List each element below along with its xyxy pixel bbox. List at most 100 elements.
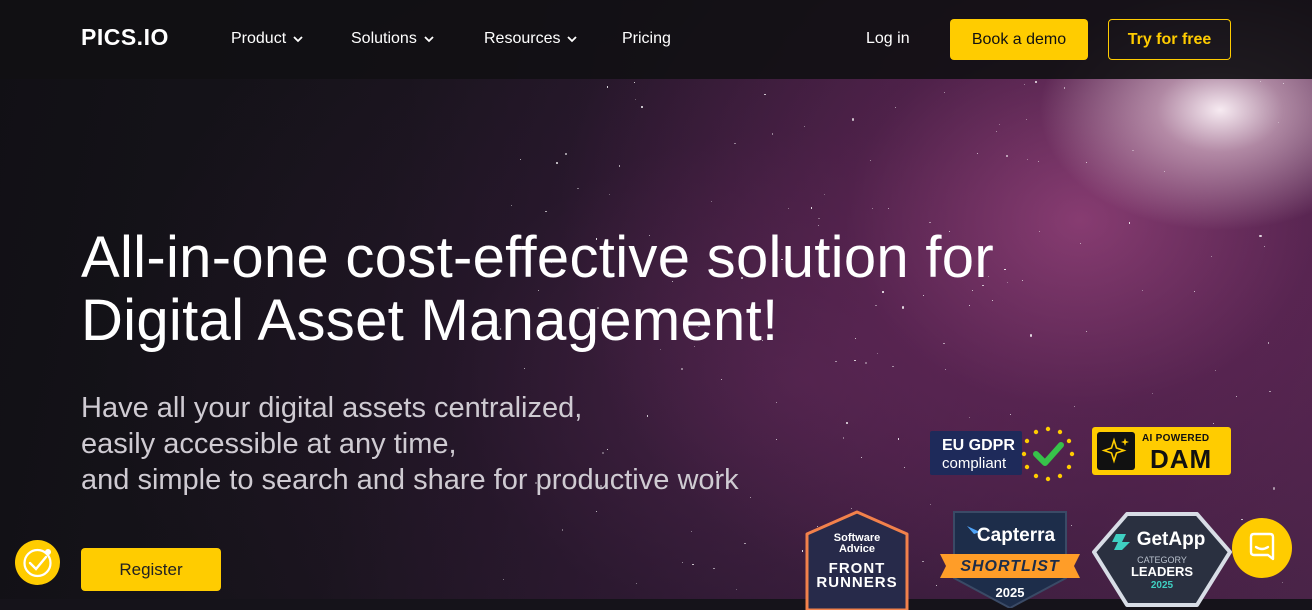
star-dot <box>929 503 931 505</box>
star-dot <box>1023 83 1025 86</box>
software-advice-badge: Software Advice FRONT RUNNERS <box>803 510 911 610</box>
star-dot <box>854 360 856 362</box>
star-dot <box>633 81 635 83</box>
star-dot <box>1264 245 1266 247</box>
star-dot <box>1269 390 1271 392</box>
gdpr-subtitle: compliant <box>942 455 1007 472</box>
star-dot <box>608 194 610 196</box>
star-dot <box>776 438 778 441</box>
star-dot <box>1132 149 1134 151</box>
star-dot <box>681 561 684 564</box>
star-dot <box>818 218 820 220</box>
star-dot <box>810 207 812 209</box>
login-link[interactable]: Log in <box>866 30 910 48</box>
nav-pricing[interactable]: Pricing <box>622 30 671 48</box>
star-dot <box>545 210 547 213</box>
star-dot <box>510 205 512 207</box>
star-dot <box>1035 81 1037 83</box>
star-dot <box>1025 119 1028 121</box>
hero-subtitle: Have all your digital assets centralized… <box>81 390 739 498</box>
star-dot <box>606 86 609 88</box>
hero-subtitle-line: Have all your digital assets centralized… <box>81 392 583 424</box>
star-dot <box>640 105 644 108</box>
star-dot <box>1210 255 1212 257</box>
capterra-year: 2025 <box>995 585 1025 600</box>
sa-line4-wrap: RUNNERS <box>803 574 911 591</box>
star-dot <box>502 579 505 581</box>
nav-pricing-label: Pricing <box>622 30 671 47</box>
star-dot <box>999 124 1001 126</box>
gdpr-title: EU GDPR <box>942 437 1015 454</box>
hero-subtitle-line: easily accessible at any time, <box>81 428 457 460</box>
register-button[interactable]: Register <box>81 548 221 591</box>
hero-headline: All-in-one cost-effective solution for D… <box>81 226 1181 352</box>
star-dot <box>843 437 845 439</box>
getapp-year-wrap: 2025 <box>1092 580 1232 591</box>
nav-solutions[interactable]: Solutions <box>351 30 435 48</box>
star-dot <box>565 153 567 155</box>
star-dot <box>690 530 693 533</box>
star-dot <box>823 193 826 196</box>
star-dot <box>771 133 774 135</box>
star-dot <box>556 162 558 164</box>
star-dot <box>877 353 879 355</box>
star-dot <box>1272 487 1275 490</box>
chevron-down-icon <box>567 36 578 43</box>
nav-resources-label: Resources <box>484 30 561 47</box>
ai-powered-label: AI POWERED <box>1142 433 1210 444</box>
star-dot <box>713 567 715 569</box>
sa-line2-wrap: Advice <box>803 543 911 555</box>
hero-headline-line2: Digital Asset Management! <box>81 288 779 353</box>
getapp-leaders-badge: GetApp CATEGORY LEADERS 2025 <box>1092 512 1232 607</box>
nav-product[interactable]: Product <box>231 30 304 48</box>
star-dot <box>1073 405 1075 408</box>
star-dot <box>561 529 563 531</box>
star-dot <box>1063 87 1065 89</box>
star-dot <box>711 200 713 202</box>
star-dot <box>1259 80 1262 83</box>
star-dot <box>1151 393 1153 395</box>
nav-product-label: Product <box>231 30 287 47</box>
eu-stars-check-icon <box>1021 426 1075 482</box>
star-dot <box>1086 161 1088 163</box>
star-dot <box>969 417 971 419</box>
star-dot <box>852 118 855 121</box>
capterra-ribbon: SHORTLIST <box>960 558 1060 575</box>
star-dot <box>892 366 894 368</box>
star-dot <box>1283 82 1285 84</box>
star-dot <box>845 421 849 425</box>
star-dot <box>634 99 637 101</box>
book-demo-button[interactable]: Book a demo <box>950 19 1088 60</box>
star-dot <box>1193 291 1196 293</box>
gdpr-badge-box: EU GDPR compliant <box>930 431 1022 475</box>
star-dot <box>776 401 778 403</box>
star-dot <box>523 367 525 369</box>
star-dot <box>835 360 837 362</box>
cookie-settings-button[interactable] <box>15 540 60 585</box>
getapp-title-wrap: LEADERS <box>1092 564 1232 579</box>
chat-launcher-button[interactable] <box>1232 518 1292 578</box>
star-dot <box>1212 422 1214 424</box>
pics-io-logo[interactable]: PICS.IO <box>81 24 169 51</box>
star-dot <box>945 369 947 371</box>
try-for-free-button[interactable]: Try for free <box>1108 19 1231 60</box>
star-dot <box>1164 170 1166 173</box>
star-dot <box>692 563 694 566</box>
star-dot <box>895 106 897 108</box>
star-dot <box>1277 122 1280 124</box>
star-dot <box>995 130 997 132</box>
hero-headline-line1: All-in-one cost-effective solution for <box>81 225 994 290</box>
star-dot <box>1236 395 1238 397</box>
star-dot <box>929 222 931 224</box>
star-dot <box>1215 369 1217 372</box>
star-dot <box>618 165 620 167</box>
capterra-brand: Capterra <box>976 525 1056 546</box>
nav-resources[interactable]: Resources <box>484 30 578 48</box>
star-dot <box>577 188 579 190</box>
star-dot <box>721 378 723 380</box>
chat-bubble-icon <box>1249 532 1275 561</box>
star-dot <box>1009 413 1011 416</box>
star-dot <box>735 589 737 591</box>
star-dot <box>519 158 521 160</box>
cookie-settings-icon <box>23 548 52 578</box>
